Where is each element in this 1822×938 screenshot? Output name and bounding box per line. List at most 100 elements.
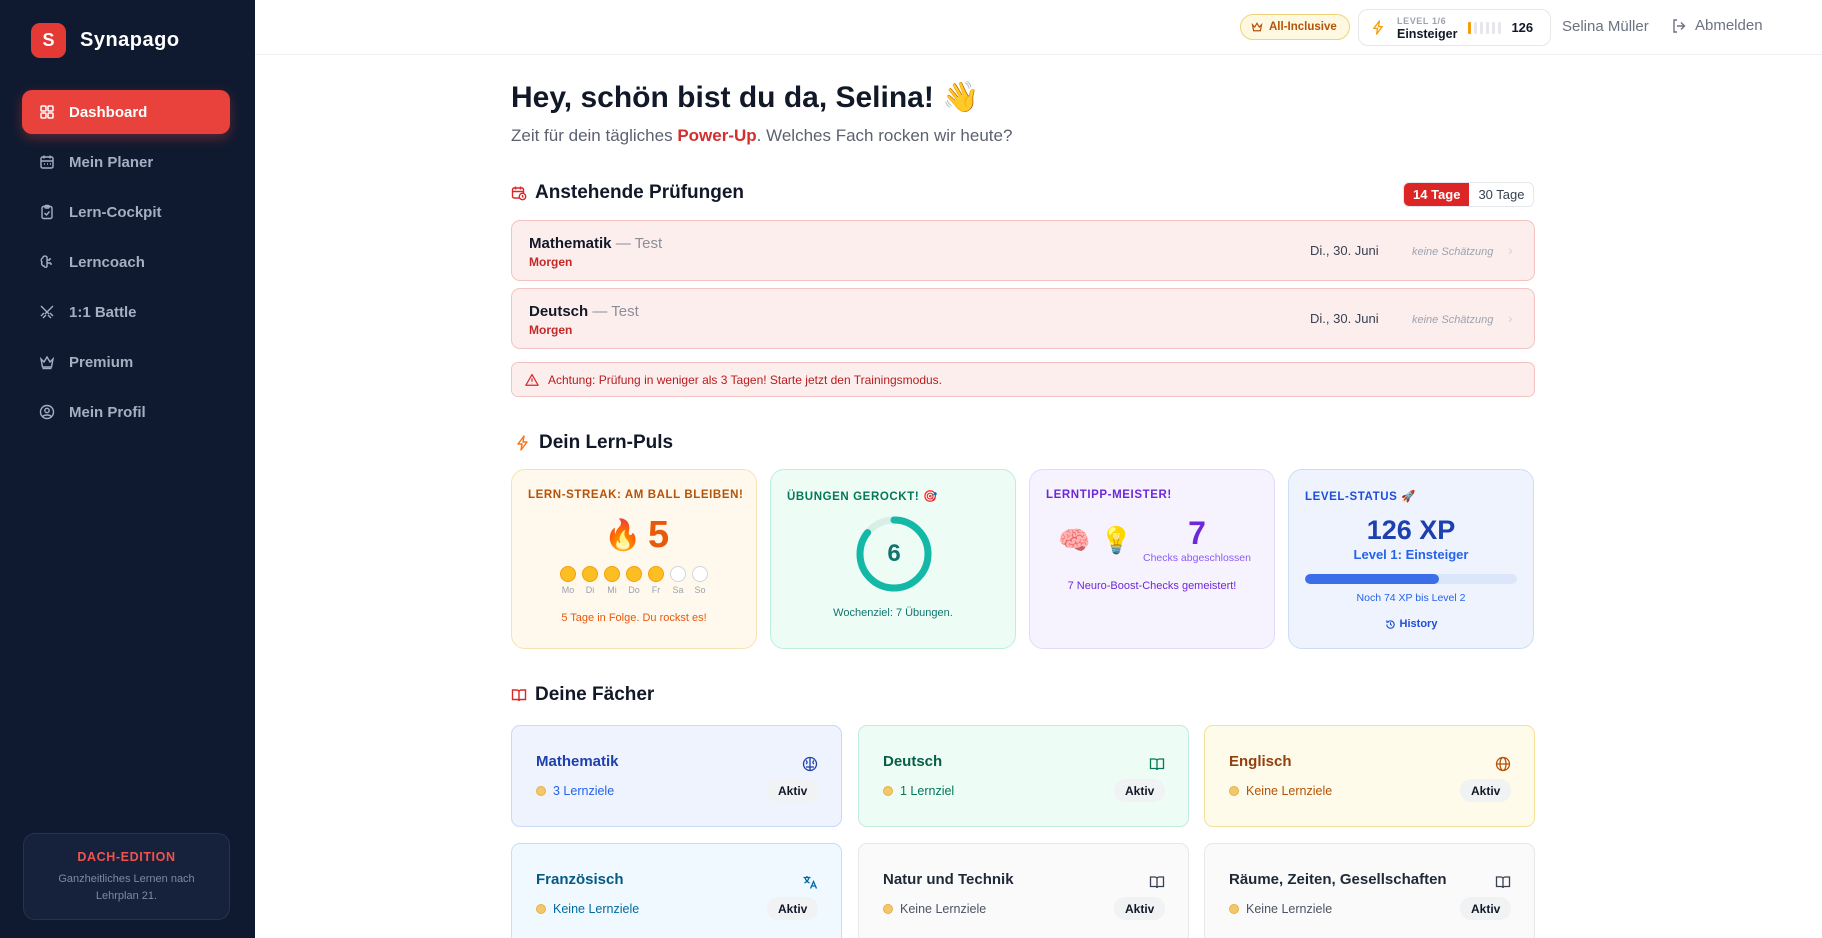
range-30-tage[interactable]: 30 Tage xyxy=(1469,183,1533,206)
brand[interactable]: S Synapago xyxy=(31,23,180,58)
exam-type: — Test xyxy=(588,303,639,320)
subject-name: Räume, Zeiten, Gesellschaften xyxy=(1229,871,1447,888)
book-icon xyxy=(511,689,527,702)
exam-estimate: keine Schätzung xyxy=(1412,314,1494,326)
book-icon xyxy=(1149,874,1165,890)
subject-card-raeume-zeiten-gesellschaften[interactable]: Räume, Zeiten, Gesellschaften Keine Lern… xyxy=(1204,843,1535,938)
tips-value: 7 xyxy=(1188,515,1206,551)
edition-title: DACH-EDITION xyxy=(77,850,176,864)
exams-section-title: Anstehende Prüfungen xyxy=(511,182,744,204)
streak-day: Sa xyxy=(670,566,686,595)
tips-label: Checks abgeschlossen xyxy=(1143,552,1251,564)
plan-badge[interactable]: All-Inclusive xyxy=(1240,14,1350,40)
exercises-value: 6 xyxy=(887,540,901,567)
exam-subject: Mathematik — Test xyxy=(529,235,662,252)
subtitle-highlight: Power-Up xyxy=(677,126,757,145)
book-icon xyxy=(1495,874,1511,890)
streak-dot xyxy=(670,566,686,582)
lightning-icon xyxy=(1373,20,1383,35)
range-toggle: 14 Tage 30 Tage xyxy=(1403,182,1535,207)
exam-row[interactable]: Mathematik — Test Morgen Di., 30. Juni k… xyxy=(511,220,1535,281)
page-subtitle: Zeit für dein tägliches Power-Up. Welche… xyxy=(511,126,1012,146)
user-name[interactable]: Selina Müller xyxy=(1562,18,1649,35)
level-bar-segment xyxy=(1498,21,1502,34)
exam-date: Di., 30. Juni xyxy=(1310,311,1379,326)
level-status-title: LEVEL-STATUS 🚀 xyxy=(1305,491,1417,503)
goal-dot xyxy=(536,904,546,914)
day-label: So xyxy=(694,585,706,595)
subject-card-mathematik[interactable]: Mathematik 3 Lernziele Aktiv xyxy=(511,725,842,827)
plan-badge-label: All-Inclusive xyxy=(1269,21,1337,33)
translate-icon xyxy=(802,874,818,890)
subtitle-start: Zeit für dein tägliches xyxy=(511,126,678,145)
sidebar-item-battle[interactable]: 1:1 Battle xyxy=(22,290,230,334)
sidebar-item-planer[interactable]: Mein Planer xyxy=(22,140,230,184)
streak-footer: 5 Tage in Folge. Du rockst es! xyxy=(561,612,707,624)
exercises-footer: Wochenziel: 7 Übungen. xyxy=(833,607,953,619)
brand-logo: S xyxy=(31,23,66,58)
day-label: Mo xyxy=(561,585,575,595)
goal-dot xyxy=(883,904,893,914)
day-label: Di xyxy=(585,585,595,595)
brain-icon xyxy=(39,254,55,270)
subject-status-badge: Aktiv xyxy=(767,779,819,802)
sidebar-item-cockpit[interactable]: Lern-Cockpit xyxy=(22,190,230,234)
logout-button[interactable]: Abmelden xyxy=(1671,17,1763,34)
subject-goals-text: Keine Lernziele xyxy=(1246,902,1333,916)
streak-dot xyxy=(626,566,642,582)
tips-footer: 7 Neuro-Boost-Checks gemeistert! xyxy=(1067,580,1237,592)
subject-goals: Keine Lernziele xyxy=(536,902,639,916)
history-icon xyxy=(1385,619,1395,629)
subject-goals: Keine Lernziele xyxy=(1229,784,1332,798)
streak-dot xyxy=(582,566,598,582)
level-bar-segment xyxy=(1492,21,1496,34)
warning-icon xyxy=(525,373,539,386)
streak-day: Mo xyxy=(560,566,576,595)
book-icon xyxy=(1149,756,1165,772)
brain-icon xyxy=(802,756,818,772)
exam-subject-name: Mathematik xyxy=(529,235,612,252)
sidebar-item-label: Mein Planer xyxy=(69,153,154,171)
history-button[interactable]: History xyxy=(1289,618,1533,630)
edition-box: DACH-EDITION Ganzheitliches Lernen nach … xyxy=(23,833,230,920)
streak-card: LERN-STREAK: AM BALL BLEIBEN! 🔥 5 Mo Di … xyxy=(511,469,757,649)
sidebar-item-label: Lern-Cockpit xyxy=(69,203,162,221)
exercises-card: ÜBUNGEN GEROCKT! 🎯 6 Wochenziel: 7 Übung… xyxy=(770,469,1016,649)
warning-text: Achtung: Prüfung in weniger als 3 Tagen!… xyxy=(548,372,943,387)
level-label: LEVEL 1/6 xyxy=(1397,16,1447,26)
streak-days: Mo Di Mi Do Fr Sa So xyxy=(560,566,708,595)
history-label: History xyxy=(1399,618,1438,630)
exam-row[interactable]: Deutsch — Test Morgen Di., 30. Juni kein… xyxy=(511,288,1535,349)
sidebar-item-premium[interactable]: Premium xyxy=(22,340,230,384)
level-bar-segment xyxy=(1486,21,1490,34)
brain-icon: 🧠 xyxy=(1058,525,1091,555)
sidebar-item-profil[interactable]: Mein Profil xyxy=(22,390,230,434)
subject-card-deutsch[interactable]: Deutsch 1 Lernziel Aktiv xyxy=(858,725,1189,827)
calendar-clock-icon xyxy=(511,186,527,201)
grid-icon xyxy=(39,104,55,120)
subject-card-franzoesisch[interactable]: Französisch Keine Lernziele Aktiv xyxy=(511,843,842,938)
streak-day: Di xyxy=(582,566,598,595)
crown-icon xyxy=(1251,22,1263,32)
streak-value: 5 xyxy=(648,514,670,556)
subject-goals-text: 1 Lernziel xyxy=(900,784,955,798)
subject-card-englisch[interactable]: Englisch Keine Lernziele Aktiv xyxy=(1204,725,1535,827)
range-14-tage[interactable]: 14 Tage xyxy=(1404,183,1470,206)
next-level-text: Noch 74 XP bis Level 2 xyxy=(1356,592,1466,604)
subject-status-badge: Aktiv xyxy=(1460,779,1512,802)
brand-name: Synapago xyxy=(80,29,180,51)
sidebar-item-dashboard[interactable]: Dashboard xyxy=(22,90,230,134)
exam-subject: Deutsch — Test xyxy=(529,303,639,320)
level-label: Level 1: Einsteiger xyxy=(1353,547,1469,562)
subject-status-badge: Aktiv xyxy=(1114,779,1166,802)
streak-day: So xyxy=(692,566,708,595)
tips-title: LERNTIPP-MEISTER! xyxy=(1046,489,1172,501)
subject-goals: 1 Lernziel xyxy=(883,784,954,798)
level-chip[interactable]: LEVEL 1/6 Einsteiger 126 xyxy=(1358,9,1551,46)
subject-name: Französisch xyxy=(536,871,624,888)
subject-status-badge: Aktiv xyxy=(767,897,819,920)
level-text: LEVEL 1/6 Einsteiger xyxy=(1397,15,1457,40)
exam-warning: Achtung: Prüfung in weniger als 3 Tagen!… xyxy=(511,362,1535,397)
subject-card-natur-und-technik[interactable]: Natur und Technik Keine Lernziele Aktiv xyxy=(858,843,1189,938)
sidebar-item-lerncoach[interactable]: Lerncoach xyxy=(22,240,230,284)
